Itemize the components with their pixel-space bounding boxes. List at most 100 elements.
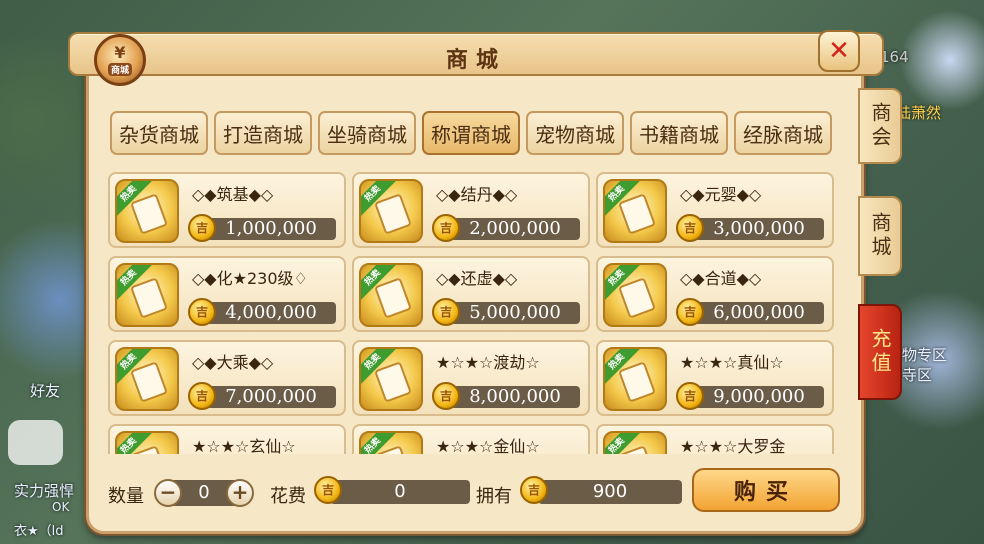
title-scroll-icon: 热卖 (115, 179, 179, 243)
shop-item[interactable]: 热卖 ◇◆大乘◆◇ 7,000,000 吉 (108, 340, 346, 416)
item-price-bar: 8,000,000 (450, 386, 580, 408)
item-price: 7,000,000 (225, 386, 317, 407)
coin-icon: 吉 (676, 382, 704, 410)
item-price-bar: 3,000,000 (694, 218, 824, 240)
item-name: ★☆★☆渡劫☆ (436, 353, 540, 372)
scroll-graphic (618, 193, 656, 235)
category-tab[interactable]: 坐骑商城 (318, 111, 416, 155)
logo-label: 商城 (107, 62, 132, 76)
item-name: ★☆★☆真仙☆ (680, 353, 784, 372)
category-tab[interactable]: 称谓商城 (422, 111, 520, 155)
quantity-stepper: − 0 + (154, 479, 254, 507)
title-scroll-icon: 热卖 (603, 347, 667, 411)
item-price-bar: 6,000,000 (694, 302, 824, 324)
coin-icon: 吉 (432, 214, 460, 242)
bg-friend-label: 好友 (30, 382, 61, 400)
own-value-bar: 900 (538, 480, 682, 504)
title-scroll-icon: 热卖 (115, 347, 179, 411)
shop-item[interactable]: 热卖 ★☆★☆真仙☆ 9,000,000 吉 (596, 340, 834, 416)
shop-item[interactable]: 热卖 ◇◆筑基◆◇ 1,000,000 吉 (108, 172, 346, 248)
shop-item[interactable]: 热卖 ★☆★☆金仙☆ (352, 424, 590, 454)
title-scroll-icon: 热卖 (359, 263, 423, 327)
category-tabs: 杂货商城 打造商城 坐骑商城 称谓商城 宠物商城 书籍商城 经脉商城 (110, 111, 832, 155)
shop-header: 商城 (68, 32, 884, 76)
category-tab[interactable]: 宠物商城 (526, 111, 624, 155)
coin-icon: 吉 (432, 298, 460, 326)
coin-icon: 吉 (676, 298, 704, 326)
coin-icon: 吉 (314, 476, 342, 504)
item-name: ★☆★☆玄仙☆ (192, 437, 296, 454)
scroll-graphic (130, 277, 168, 319)
item-name: ◇◆还虚◆◇ (436, 269, 518, 288)
cost-value-bar: 0 (330, 480, 470, 504)
category-tab[interactable]: 经脉商城 (734, 111, 832, 155)
title-scroll-icon: 热卖 (359, 347, 423, 411)
coin-icon: 吉 (676, 214, 704, 242)
plus-button[interactable]: + (226, 479, 254, 507)
shop-logo-icon: ¥ 商城 (94, 34, 146, 86)
buy-button[interactable]: 购买 (692, 468, 840, 512)
side-tab-shop[interactable]: 商城 (858, 196, 902, 276)
item-name: ◇◆结丹◆◇ (436, 185, 518, 204)
scroll-graphic (374, 361, 412, 403)
bg-zone-label-2: 寺区 (902, 366, 933, 384)
own-label: 拥有 (476, 486, 512, 507)
item-name: ◇◆元婴◆◇ (680, 185, 762, 204)
bg-chat-ok: OK (52, 500, 70, 514)
item-price: 3,000,000 (713, 218, 805, 239)
title-scroll-icon: 热卖 (603, 263, 667, 327)
shop-item[interactable]: 热卖 ◇◆结丹◆◇ 2,000,000 吉 (352, 172, 590, 248)
shop-item[interactable]: 热卖 ◇◆元婴◆◇ 3,000,000 吉 (596, 172, 834, 248)
shop-item[interactable]: 热卖 ◇◆还虚◆◇ 5,000,000 吉 (352, 256, 590, 332)
shop-item[interactable]: 热卖 ★☆★☆渡劫☆ 8,000,000 吉 (352, 340, 590, 416)
title-scroll-icon: 热卖 (603, 431, 667, 454)
item-price-bar: 4,000,000 (206, 302, 336, 324)
item-price-bar: 7,000,000 (206, 386, 336, 408)
side-tab-recharge[interactable]: 充值 (858, 304, 902, 400)
side-tab-label: 商会 (868, 102, 892, 150)
shop-item[interactable]: 热卖 ★☆★☆玄仙☆ (108, 424, 346, 454)
item-price: 4,000,000 (225, 302, 317, 323)
category-tab[interactable]: 杂货商城 (110, 111, 208, 155)
title-scroll-icon: 热卖 (603, 179, 667, 243)
close-icon: ✕ (828, 36, 850, 66)
bg-zone-label: 物专区 (902, 346, 948, 364)
bg-chat-line: 实力强悍 (14, 482, 75, 500)
quantity-value[interactable]: 0 (186, 482, 222, 503)
item-price: 9,000,000 (713, 386, 805, 407)
minus-button[interactable]: − (154, 479, 182, 507)
page-title: 商城 (445, 48, 506, 73)
scroll-graphic (374, 277, 412, 319)
item-price: 2,000,000 (469, 218, 561, 239)
cost-value: 0 (394, 481, 406, 502)
item-price-bar: 1,000,000 (206, 218, 336, 240)
side-tab-label: 商城 (868, 212, 892, 260)
item-name: ★☆★☆大罗金 (680, 437, 786, 454)
shop-item[interactable]: 热卖 ◇◆化★230级♢ 4,000,000 吉 (108, 256, 346, 332)
coin-icon: 吉 (188, 214, 216, 242)
title-scroll-icon: 热卖 (359, 179, 423, 243)
item-price-bar: 5,000,000 (450, 302, 580, 324)
shop-item[interactable]: 热卖 ◇◆合道◆◇ 6,000,000 吉 (596, 256, 834, 332)
coin-icon: 吉 (188, 382, 216, 410)
shop-item[interactable]: 热卖 ★☆★☆大罗金 (596, 424, 834, 454)
title-scroll-icon: 热卖 (359, 431, 423, 454)
item-price: 8,000,000 (469, 386, 561, 407)
coin-icon: 吉 (432, 382, 460, 410)
item-name: ◇◆合道◆◇ (680, 269, 762, 288)
item-name: ◇◆筑基◆◇ (192, 185, 274, 204)
quantity-label: 数量 (108, 486, 144, 507)
item-name: ◇◆大乘◆◇ (192, 353, 274, 372)
bg-chat-line-2: 衣★（ld (14, 524, 64, 539)
category-tab[interactable]: 书籍商城 (630, 111, 728, 155)
scroll-graphic (618, 361, 656, 403)
chat-bubble-icon[interactable] (8, 420, 63, 465)
close-button[interactable]: ✕ (818, 30, 860, 72)
scroll-graphic (130, 361, 168, 403)
item-price-bar: 2,000,000 (450, 218, 580, 240)
side-tab-trade[interactable]: 商会 (858, 88, 902, 164)
category-tab[interactable]: 打造商城 (214, 111, 312, 155)
item-price: 5,000,000 (469, 302, 561, 323)
bg-level-label: 164 (880, 48, 909, 66)
coin-icon: 吉 (520, 476, 548, 504)
